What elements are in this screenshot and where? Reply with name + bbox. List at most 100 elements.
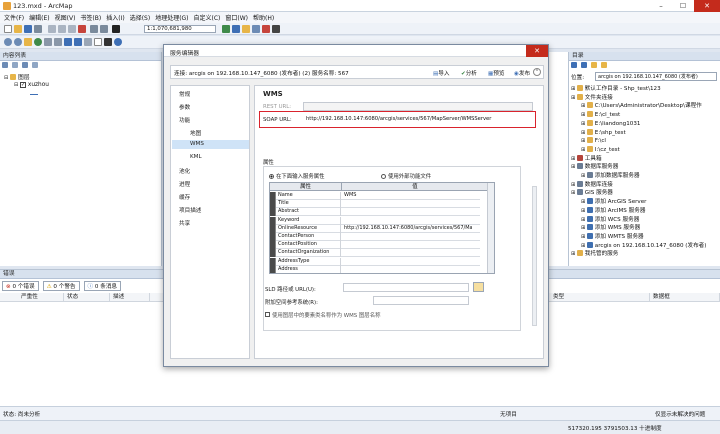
expand-icon[interactable]: ⊞	[581, 103, 587, 109]
row-header[interactable]	[270, 265, 276, 273]
expand-icon[interactable]: ⊞	[581, 130, 587, 136]
catalog-item[interactable]: ⊞ F:\cl	[581, 137, 606, 145]
expand-icon[interactable]: ⊞	[581, 121, 587, 127]
list-by-visibility-icon[interactable]	[22, 62, 28, 68]
toc-root[interactable]: ⊟ 图层	[4, 72, 30, 81]
fixed-zoom-out-icon[interactable]	[54, 38, 62, 46]
catalog-item[interactable]: ⊞ 数据库服务器	[571, 163, 618, 171]
catalog-item[interactable]: ⊞ 数据库连接	[571, 180, 613, 189]
row-header[interactable]	[270, 216, 276, 225]
toc-layer-xuzhou[interactable]: ⊟ ✓ xuzhou	[14, 82, 49, 88]
open-icon[interactable]	[14, 25, 22, 33]
messages-filter-button[interactable]: ⓘ 0 条消息	[83, 281, 122, 291]
expand-icon[interactable]: ⊞	[581, 234, 587, 240]
warnings-filter-button[interactable]: ⚠ 0 个警告	[42, 281, 80, 291]
nav-item-description[interactable]: 项目描述	[179, 206, 201, 214]
expand-icon[interactable]: ⊞	[571, 95, 577, 101]
property-value[interactable]: WMS	[342, 192, 472, 200]
property-row[interactable]: ContactOrganization	[270, 249, 480, 258]
row-header[interactable]	[270, 192, 276, 200]
menu-customize[interactable]: 自定义(C)	[194, 13, 221, 22]
new-icon[interactable]	[4, 25, 12, 33]
expand-icon[interactable]: ⊞	[581, 138, 587, 144]
expand-icon[interactable]: ⊞	[581, 217, 587, 223]
menu-file[interactable]: 文件(F)	[4, 13, 24, 22]
catalog-item[interactable]: ⊞ 添加数据库服务器	[581, 172, 640, 180]
catalog-icon[interactable]	[242, 25, 250, 33]
property-row[interactable]: Name WMS	[270, 192, 480, 200]
menu-help[interactable]: 帮助(H)	[253, 13, 274, 22]
copy-icon[interactable]	[58, 25, 66, 33]
menu-geoprocessing[interactable]: 地理处理(G)	[155, 13, 188, 22]
property-value[interactable]	[342, 208, 472, 216]
save-icon[interactable]	[24, 25, 32, 33]
catalog-item[interactable]: ⊞ GIS 服务器	[571, 189, 613, 197]
print-icon[interactable]	[34, 25, 42, 33]
nav-parameters[interactable]: 参数	[179, 103, 190, 111]
zoom-out-icon[interactable]	[14, 38, 22, 46]
catalog-item[interactable]: ⊞ C:\Users\Administrator\Desktop\课程作	[581, 102, 702, 110]
property-row[interactable]: Title	[270, 200, 480, 209]
nav-mapping[interactable]: 地图	[190, 129, 201, 137]
location-combo[interactable]: arcgis on 192.168.10.147_6080 (发布者)	[595, 72, 717, 81]
expand-icon[interactable]: ⊞	[581, 243, 587, 249]
catalog-forward-icon[interactable]	[581, 62, 587, 68]
more-option-checkbox[interactable]	[265, 312, 270, 317]
arctoolbox-icon[interactable]	[262, 25, 270, 33]
delete-icon[interactable]	[78, 25, 86, 33]
catalog-item[interactable]: ⊞ E:\cl_test	[581, 111, 620, 119]
row-header[interactable]	[270, 224, 276, 233]
expand-icon[interactable]: ⊞	[571, 156, 577, 162]
menu-view[interactable]: 视图(V)	[55, 13, 76, 22]
import-button[interactable]: ▤导入	[433, 69, 450, 77]
menu-bookmarks[interactable]: 书签(B)	[80, 13, 101, 22]
row-header[interactable]	[270, 200, 276, 209]
zoom-in-icon[interactable]	[4, 38, 12, 46]
close-button[interactable]: ✕	[694, 0, 720, 12]
property-value[interactable]	[342, 258, 472, 266]
property-row[interactable]: ContactPosition	[270, 241, 480, 250]
property-row[interactable]: ContactPerson	[270, 233, 480, 241]
clear-selection-icon[interactable]	[94, 38, 102, 46]
select-features-icon[interactable]	[84, 38, 92, 46]
nav-general[interactable]: 常规	[179, 90, 190, 98]
table-scrollbar[interactable]	[487, 183, 494, 273]
content-scrollbar[interactable]	[532, 186, 537, 326]
radio-input-props[interactable]: 在下面输入服务属性	[269, 172, 325, 180]
nav-processes[interactable]: 进程	[179, 180, 190, 188]
catalog-item[interactable]: ⊞ 添加 WMTS 服务器	[581, 232, 644, 241]
expand-icon[interactable]: ⊞	[581, 173, 587, 179]
expand-icon[interactable]: ⊞	[581, 225, 587, 231]
expand-icon[interactable]: ⊞	[571, 190, 577, 196]
catalog-item[interactable]: ⊞ 添加 ArcGIS Server	[581, 198, 646, 206]
property-row[interactable]: Abstract	[270, 208, 480, 217]
menu-windows[interactable]: 窗口(W)	[225, 13, 248, 22]
connect-folder-icon[interactable]	[601, 62, 607, 68]
col-type[interactable]: 类型	[550, 293, 650, 302]
expand-icon[interactable]: ⊞	[581, 199, 587, 205]
nav-sharing[interactable]: 共享	[179, 219, 190, 227]
layer-visibility-checkbox[interactable]: ✓	[20, 82, 27, 88]
search-icon[interactable]	[252, 25, 260, 33]
catalog-item[interactable]: ⊞ 添加 WMS 服务器	[581, 224, 640, 232]
expand-icon[interactable]: ⊞	[581, 112, 587, 118]
list-by-selection-icon[interactable]	[32, 62, 38, 68]
catalog-item[interactable]: ⊞ 默认工作目录 - Shp_test\123	[571, 85, 661, 93]
browse-folder-icon[interactable]	[473, 282, 484, 292]
catalog-item[interactable]: ⊞ E:\shp_test	[581, 128, 626, 137]
toc-icon[interactable]	[232, 25, 240, 33]
col-description[interactable]: 描述	[110, 293, 150, 302]
catalog-item[interactable]: ⊞ 添加 WCS 服务器	[581, 215, 639, 224]
nav-pooling[interactable]: 池化	[179, 167, 190, 175]
row-header[interactable]	[270, 249, 276, 258]
back-icon[interactable]	[64, 38, 72, 46]
property-value[interactable]	[342, 217, 472, 225]
list-by-source-icon[interactable]	[12, 62, 18, 68]
unresolved-filter[interactable]: 仅显示未解决的问题	[655, 410, 705, 418]
expand-icon[interactable]: ⊞	[571, 251, 577, 257]
preview-button[interactable]: ▦预览	[488, 69, 505, 77]
scale-box[interactable]: 1:1,070,681,980	[144, 25, 216, 33]
identify-icon[interactable]	[114, 38, 122, 46]
row-header[interactable]	[270, 208, 276, 217]
col-severity[interactable]: 严重性	[18, 293, 64, 302]
